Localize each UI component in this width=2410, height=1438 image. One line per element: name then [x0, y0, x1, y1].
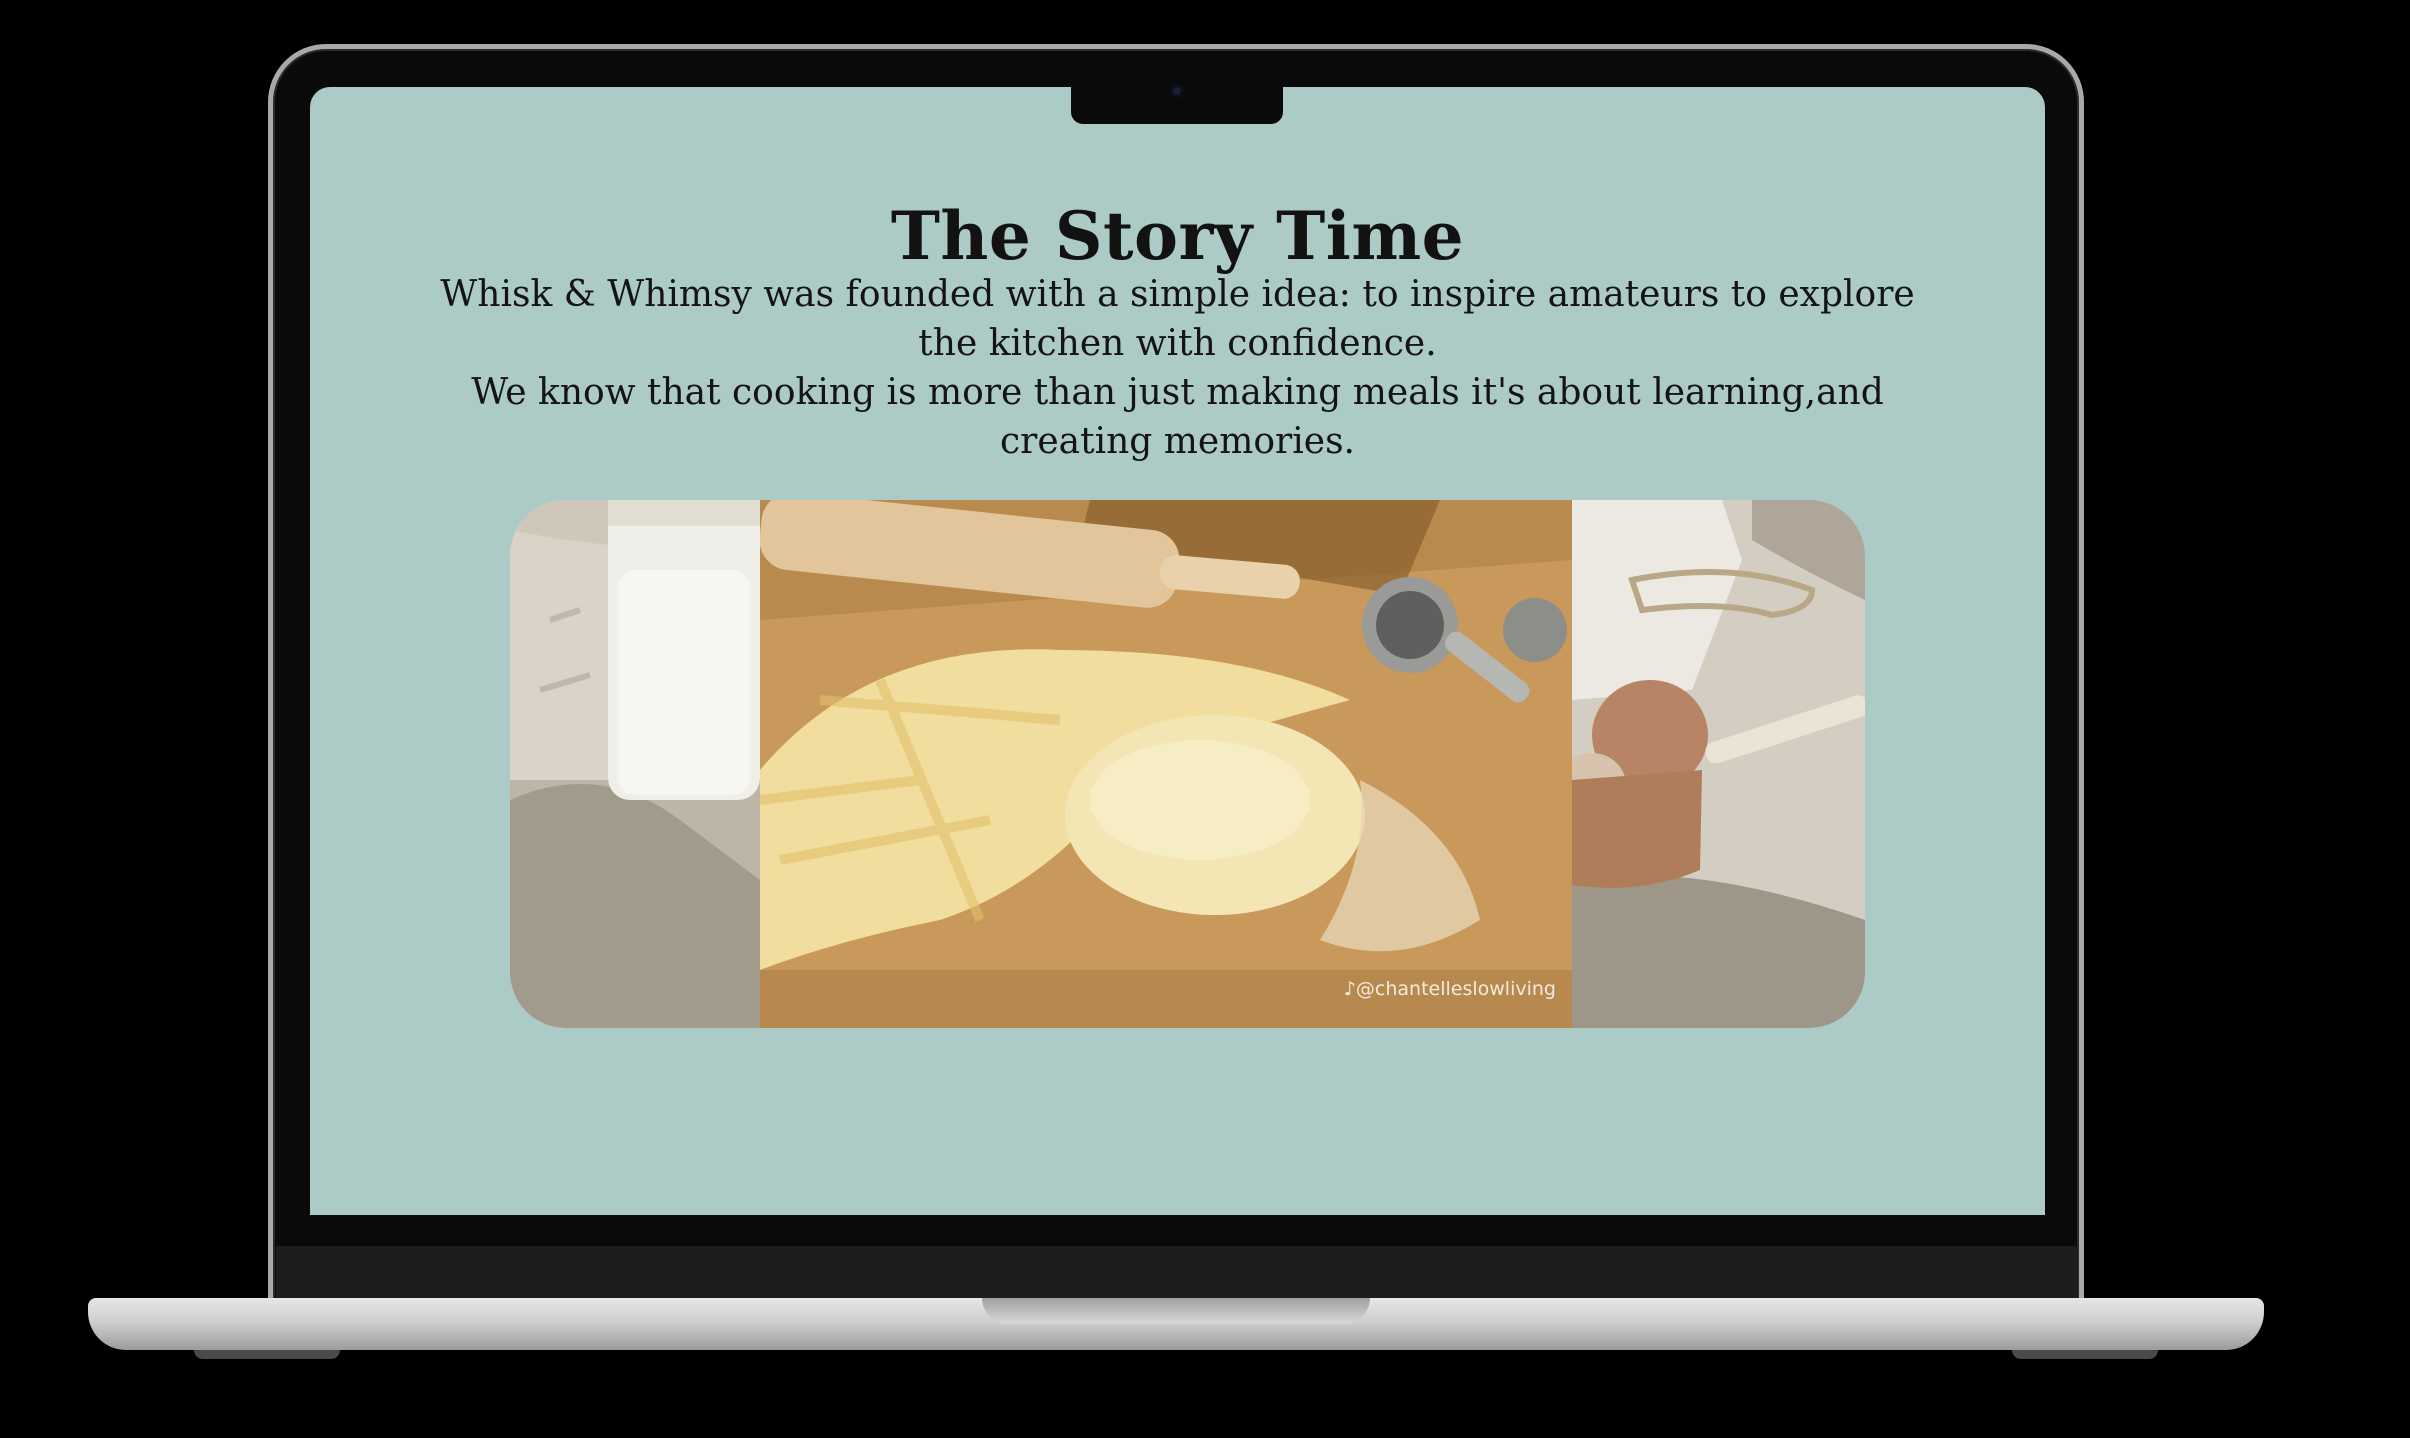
laptop-foot-left	[194, 1350, 340, 1359]
page-title: The Story Time	[890, 197, 1465, 275]
photo-watermark: ♪@chantelleslowliving	[1343, 978, 1556, 1000]
laptop-foot-right	[2012, 1350, 2158, 1359]
bread-dough-photo: ♪@chantelleslowliving	[760, 500, 1572, 1028]
laptop-hinge	[276, 1246, 2078, 1298]
milk-jar-photo	[510, 500, 760, 1028]
story-paragraph-2: We know that cooking is more than just m…	[471, 372, 1884, 462]
laptop-thumb-notch	[982, 1298, 1370, 1324]
eggs-measuring-cup-photo	[1572, 500, 1865, 1028]
story-paragraph-1: Whisk & Whimsy was founded with a simple…	[440, 274, 1915, 364]
story-text: Whisk & Whimsy was founded with a simple…	[440, 270, 1915, 466]
photo-gallery: ♪@chantelleslowliving	[510, 500, 1865, 1028]
webcam-icon	[1170, 84, 1184, 98]
webpage-screen: The Story Time Whisk & Whimsy was founde…	[310, 87, 2045, 1215]
